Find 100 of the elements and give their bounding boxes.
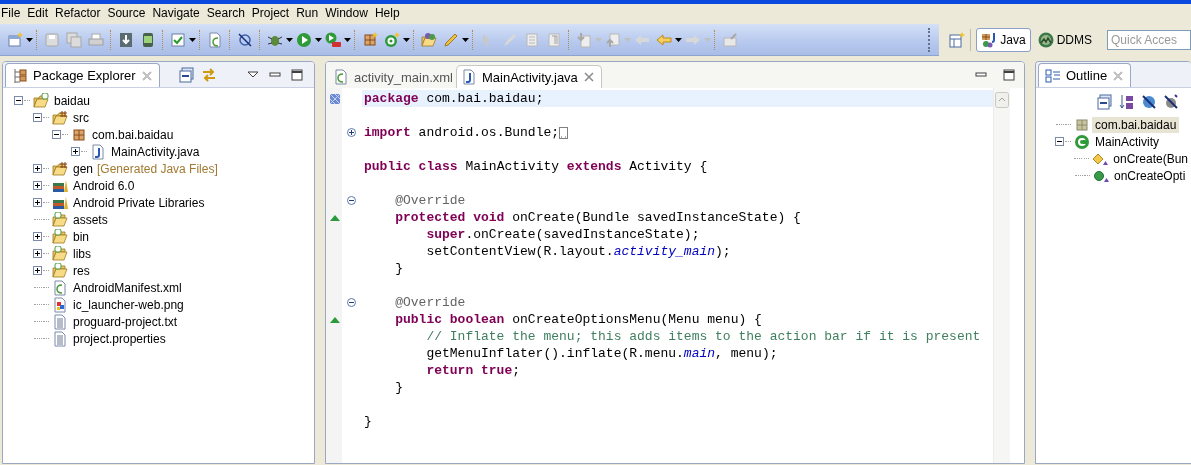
new-file-icon[interactable]	[207, 31, 223, 48]
menu-item[interactable]: Source	[107, 6, 152, 20]
caret-icon[interactable]	[315, 36, 322, 43]
expand-toggle-icon[interactable]	[33, 266, 42, 275]
menu-item[interactable]: Refactor	[55, 6, 107, 20]
menu-item[interactable]: File	[1, 6, 27, 20]
editor-tab[interactable]: activity_main.xml	[328, 65, 456, 88]
tree-item[interactable]: AndroidManifest.xml	[70, 279, 185, 296]
tree-item[interactable]: bin	[70, 228, 92, 245]
maximize-icon[interactable]	[289, 66, 305, 83]
open-perspective-icon[interactable]	[949, 32, 966, 48]
checkbox-icon[interactable]	[170, 31, 186, 48]
folder-icon	[52, 262, 68, 279]
source-folder-icon	[52, 160, 68, 177]
tree-item[interactable]: libs	[70, 245, 94, 262]
collapse-all-icon[interactable]	[1097, 94, 1113, 110]
expand-fold-icon[interactable]	[346, 128, 356, 137]
package-explorer-icon	[12, 67, 28, 84]
hide-static-icon[interactable]	[1163, 94, 1179, 110]
tree-item[interactable]: MainActivity	[1092, 133, 1162, 150]
caret-icon[interactable]	[189, 36, 196, 43]
tree-item[interactable]: assets	[70, 211, 111, 228]
scrollbar[interactable]	[993, 88, 1010, 463]
tree-item[interactable]: res	[70, 262, 93, 279]
menu-item[interactable]: Help	[374, 6, 406, 20]
expand-toggle-icon[interactable]	[33, 181, 42, 190]
collapse-fold-icon[interactable]	[346, 196, 356, 205]
code-line: @Override	[394, 192, 466, 209]
tree-item[interactable]: onCreateOpti	[1111, 167, 1189, 184]
java-perspective-icon	[981, 32, 998, 48]
collapse-toggle-icon[interactable]	[14, 96, 23, 105]
editor-tab[interactable]: MainActivity.java	[456, 65, 602, 88]
run-icon[interactable]	[296, 31, 312, 48]
caret-icon[interactable]	[675, 36, 682, 43]
tree-item[interactable]: onCreate(Bun	[1110, 150, 1191, 167]
menu-item[interactable]: Edit	[27, 6, 55, 20]
maximize-icon[interactable]	[1002, 68, 1016, 82]
text-file-icon	[52, 330, 68, 347]
expand-toggle-icon[interactable]	[33, 249, 42, 258]
menu-item[interactable]: Window	[325, 6, 374, 20]
sort-icon[interactable]	[1119, 94, 1135, 110]
view-tab[interactable]: Package Explorer	[5, 63, 160, 87]
open-folder-icon[interactable]	[421, 31, 437, 48]
close-icon[interactable]	[582, 71, 595, 83]
xml-file-icon	[333, 69, 349, 85]
new-class-icon[interactable]	[384, 31, 400, 48]
view-title: Outline	[1066, 68, 1108, 83]
caret-icon[interactable]	[403, 36, 410, 43]
download-icon[interactable]	[118, 31, 134, 48]
menu-item[interactable]: Project	[251, 6, 296, 20]
menu-item[interactable]: Search	[206, 6, 251, 20]
perspective-button[interactable]: DDMS	[1032, 28, 1097, 52]
phone-icon[interactable]	[140, 31, 156, 48]
tree-item[interactable]: src	[70, 109, 92, 126]
xml-file-icon	[52, 279, 68, 296]
code-line: import android.os.Bundle;	[364, 124, 560, 141]
tree-item[interactable]: Android 6.0	[70, 177, 138, 194]
code-line: getMenuInflater().inflate(R.menu.main, menu);	[425, 345, 778, 362]
collapse-toggle-icon[interactable]	[33, 113, 42, 122]
run-tools-icon[interactable]	[325, 31, 341, 48]
tree-item[interactable]: com.bai.baidau	[1092, 116, 1180, 133]
menu-item[interactable]: Navigate	[152, 6, 206, 20]
tree-item[interactable]: project.properties	[70, 330, 169, 347]
code-line: // Inflate the menu; this adds items to the action bar if it is present	[425, 328, 981, 345]
expand-toggle-icon[interactable]	[33, 198, 42, 207]
code-line: }	[364, 413, 372, 430]
tree-item[interactable]: proguard-project.txt	[70, 313, 181, 330]
collapse-all-icon[interactable]	[179, 66, 195, 83]
hide-fields-icon[interactable]	[1141, 94, 1157, 110]
folded-code-icon[interactable]	[559, 126, 569, 139]
menu-item[interactable]: Run	[296, 6, 325, 20]
java-file-icon	[90, 143, 106, 160]
tree-item[interactable]: com.bai.baidau	[89, 126, 177, 143]
tree-item[interactable]: ic_launcher-web.png	[70, 296, 187, 313]
code-line: return true;	[425, 362, 521, 379]
expand-toggle-icon[interactable]	[71, 147, 80, 156]
caret-icon[interactable]	[462, 36, 469, 43]
caret-icon[interactable]	[26, 36, 33, 43]
collapse-toggle-icon[interactable]	[1055, 137, 1064, 146]
code-line: package com.bai.baidau;	[364, 90, 544, 107]
quick-access-field[interactable]: Quick Acces	[1107, 30, 1191, 50]
text-file-icon	[52, 313, 68, 330]
folder-icon	[52, 228, 68, 245]
caret-icon[interactable]	[344, 36, 351, 43]
collapse-fold-icon[interactable]	[346, 298, 356, 307]
view-tab[interactable]: Outline	[1038, 63, 1132, 87]
tree-item[interactable]: baidau	[51, 92, 94, 109]
expand-toggle-icon[interactable]	[33, 232, 42, 241]
code-line: setContentView(R.layout.activity_main);	[425, 243, 731, 260]
tree-item[interactable]: MainActivity.java	[108, 143, 203, 160]
unlink-icon[interactable]	[237, 31, 253, 48]
collapse-toggle-icon[interactable]	[52, 130, 61, 139]
expand-toggle-icon[interactable]	[33, 164, 42, 173]
tree-item[interactable]: Android Private Libraries	[70, 194, 208, 211]
new-package-icon[interactable]	[362, 31, 378, 48]
package-icon	[71, 126, 87, 143]
tree-item[interactable]: gen	[70, 160, 97, 177]
code-line: super.onCreate(savedInstanceState);	[425, 226, 700, 243]
perspective-button[interactable]: Java	[976, 28, 1031, 52]
caret-icon[interactable]	[286, 36, 293, 43]
